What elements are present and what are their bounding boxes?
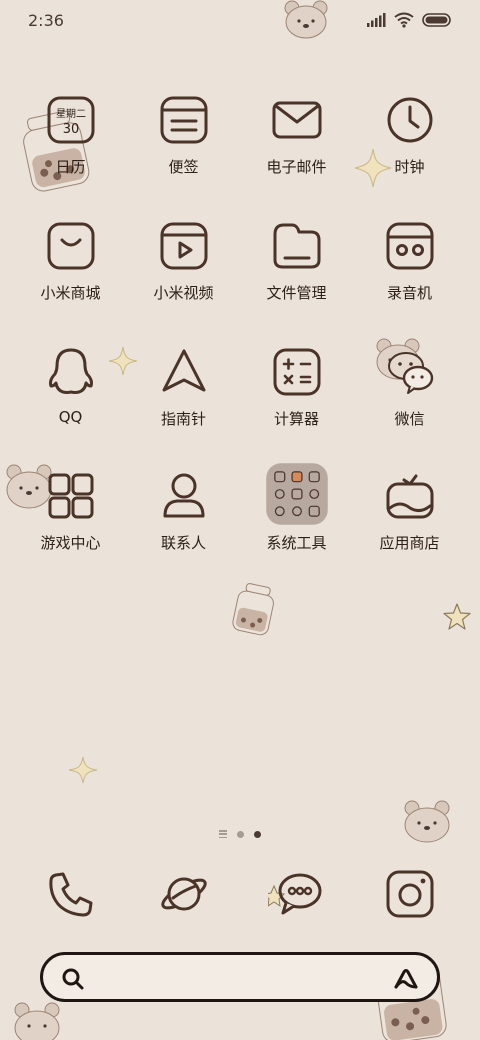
calendar-weekday: 星期二 (56, 108, 86, 120)
planet-browser-icon[interactable] (158, 868, 210, 920)
calendar-icon: 星期二 30 (47, 96, 94, 144)
app-label: 计算器 (273, 410, 319, 428)
page-indicator-list-icon (219, 830, 227, 838)
sparkle-star-icon (68, 756, 98, 784)
shopping-bag-icon (47, 222, 94, 270)
compass-arrow-icon (162, 349, 205, 392)
person-icon (163, 473, 204, 518)
calculator-icon (273, 348, 320, 396)
search-bar[interactable] (40, 952, 440, 1002)
grid-squares-icon (48, 473, 93, 519)
penguin-icon (48, 348, 93, 394)
wifi-icon (394, 12, 414, 28)
app-recorder[interactable]: 录音机 (353, 220, 466, 303)
app-label: 联系人 (160, 534, 206, 552)
app-clock[interactable]: 时钟 (353, 94, 466, 177)
app-label: 小米视频 (153, 284, 214, 302)
app-contacts[interactable]: 联系人 (127, 470, 240, 553)
app-calculator[interactable]: 计算器 (240, 346, 353, 429)
app-label: 时钟 (394, 158, 425, 176)
dock (0, 866, 480, 922)
app-mail[interactable]: 电子邮件 (240, 94, 353, 177)
app-compass[interactable]: 指南针 (127, 346, 240, 429)
notes-icon (160, 96, 207, 144)
jar-sticker-icon (232, 583, 274, 636)
folder-icon (273, 223, 320, 269)
app-label: 小米商城 (40, 284, 101, 302)
bear-sticker-icon (284, 0, 328, 39)
message-bubble-icon[interactable] (268, 866, 324, 922)
wechat-icon (387, 352, 433, 394)
app-label: QQ (58, 408, 83, 426)
app-label: 文件管理 (266, 284, 327, 302)
app-label: 便签 (168, 158, 199, 176)
app-label: 应用商店 (379, 534, 440, 552)
folder-tools-icon (265, 463, 328, 525)
recorder-icon (386, 222, 433, 270)
app-label: 游戏中心 (40, 534, 101, 552)
app-label: 指南针 (160, 410, 206, 428)
page-dot (237, 830, 244, 838)
status-time: 2:36 (28, 11, 64, 30)
app-store-basket-icon (386, 474, 433, 519)
battery-icon (422, 13, 451, 27)
app-qq[interactable]: QQ (14, 346, 127, 426)
app-system-tools-folder[interactable]: 系统工具 (240, 463, 353, 553)
calendar-day: 30 (62, 122, 79, 137)
app-label: 电子邮件 (266, 158, 327, 176)
page-indicator[interactable] (0, 830, 480, 838)
search-icon[interactable] (61, 967, 85, 991)
app-label: 日历 (55, 158, 86, 176)
video-play-icon (160, 222, 207, 270)
app-wechat[interactable]: 微信 (353, 346, 466, 429)
app-calendar[interactable]: 星期二 30 日历 (14, 94, 127, 177)
app-label: 微信 (394, 410, 425, 428)
page-dot-active (254, 830, 261, 838)
clock-icon (387, 97, 432, 143)
bear-sticker-icon (14, 1002, 60, 1040)
app-notes[interactable]: 便签 (127, 94, 240, 177)
app-app-store[interactable]: 应用商店 (353, 470, 466, 553)
assistant-a-icon[interactable] (393, 967, 419, 991)
app-label: 系统工具 (266, 534, 327, 552)
phone-icon[interactable] (45, 868, 97, 920)
app-file-manager[interactable]: 文件管理 (240, 220, 353, 303)
star-sticker-icon (443, 603, 471, 630)
status-icons (366, 12, 452, 28)
camera-icon[interactable] (384, 868, 436, 920)
app-label: 录音机 (386, 284, 432, 302)
app-mi-video[interactable]: 小米视频 (127, 220, 240, 303)
app-mi-store[interactable]: 小米商城 (14, 220, 127, 303)
status-bar: 2:36 (0, 0, 480, 42)
mail-icon (272, 101, 321, 139)
app-game-center[interactable]: 游戏中心 (14, 470, 127, 553)
signal-icon (367, 13, 386, 27)
